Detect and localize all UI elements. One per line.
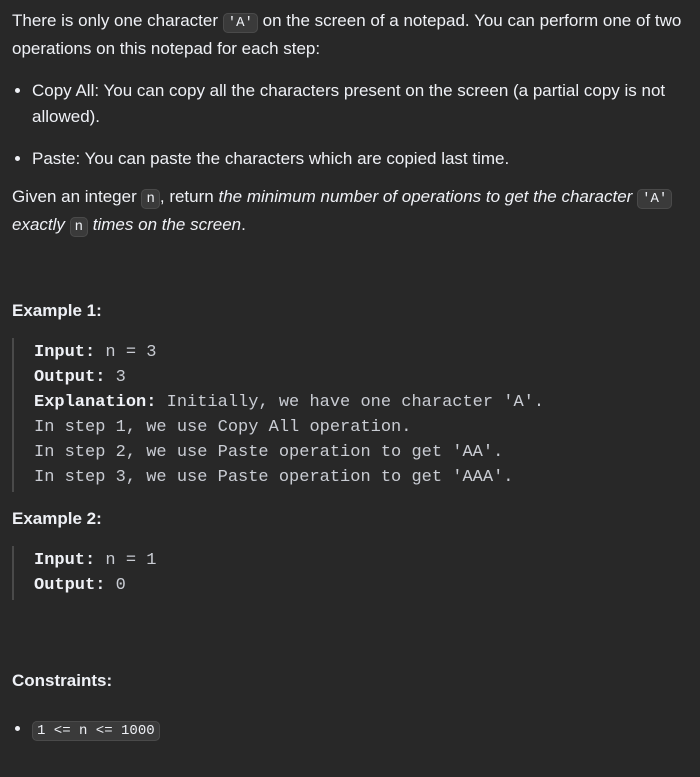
ex1-step-3: In step 3, we use Paste operation to get… — [34, 468, 514, 487]
ex2-output-label: Output: — [34, 576, 106, 595]
constraint-item: 1 <= n <= 1000 — [32, 716, 688, 744]
given-text-3: . — [241, 215, 246, 234]
code-char-a: 'A' — [222, 13, 258, 33]
ex1-step-2: In step 2, we use Paste operation to get… — [34, 443, 504, 462]
given-paragraph: Given an integer n, return the minimum n… — [12, 184, 688, 240]
given-emphasis-1: the minimum number of operations to get … — [218, 187, 638, 206]
ex1-step-1: In step 1, we use Copy All operation. — [34, 418, 412, 437]
problem-description: There is only one character 'A' on the s… — [12, 8, 688, 744]
example-1-title: Example 1: — [12, 301, 102, 320]
given-emphasis-3: times on the screen — [88, 215, 242, 234]
constraints-title: Constraints: — [12, 671, 113, 690]
code-n: n — [141, 189, 160, 209]
ex2-input-label: Input: — [34, 551, 96, 570]
constraint-code: 1 <= n <= 1000 — [32, 721, 160, 741]
ex1-output-value: 3 — [105, 368, 126, 387]
ex2-input-value: n = 1 — [95, 551, 157, 570]
constraints-list: 1 <= n <= 1000 — [12, 716, 688, 744]
example-2-title: Example 2: — [12, 509, 102, 528]
given-emphasis-2: exactly — [12, 215, 70, 234]
example-2-block: Input: n = 1 Output: 0 — [12, 546, 688, 600]
operation-copy-all: Copy All: You can copy all the character… — [32, 78, 688, 130]
ex1-explanation-value: Initially, we have one character 'A'. — [156, 393, 545, 412]
operation-paste: Paste: You can paste the characters whic… — [32, 146, 688, 172]
ex1-input-label: Input: — [34, 343, 96, 362]
intro-paragraph: There is only one character 'A' on the s… — [12, 8, 688, 62]
ex2-output-value: 0 — [105, 576, 126, 595]
ex1-explanation-label: Explanation: — [34, 393, 157, 412]
operations-list: Copy All: You can copy all the character… — [12, 78, 688, 172]
code-char-a-2: 'A' — [637, 189, 673, 209]
given-text-2: , return — [159, 187, 219, 206]
ex1-output-label: Output: — [34, 368, 106, 387]
given-text-1: Given an integer — [12, 187, 142, 206]
code-n-2: n — [69, 217, 89, 237]
example-1-block: Input: n = 3 Output: 3 Explanation: Init… — [12, 338, 688, 492]
intro-text-1: There is only one character — [12, 11, 223, 30]
ex1-input-value: n = 3 — [95, 343, 157, 362]
